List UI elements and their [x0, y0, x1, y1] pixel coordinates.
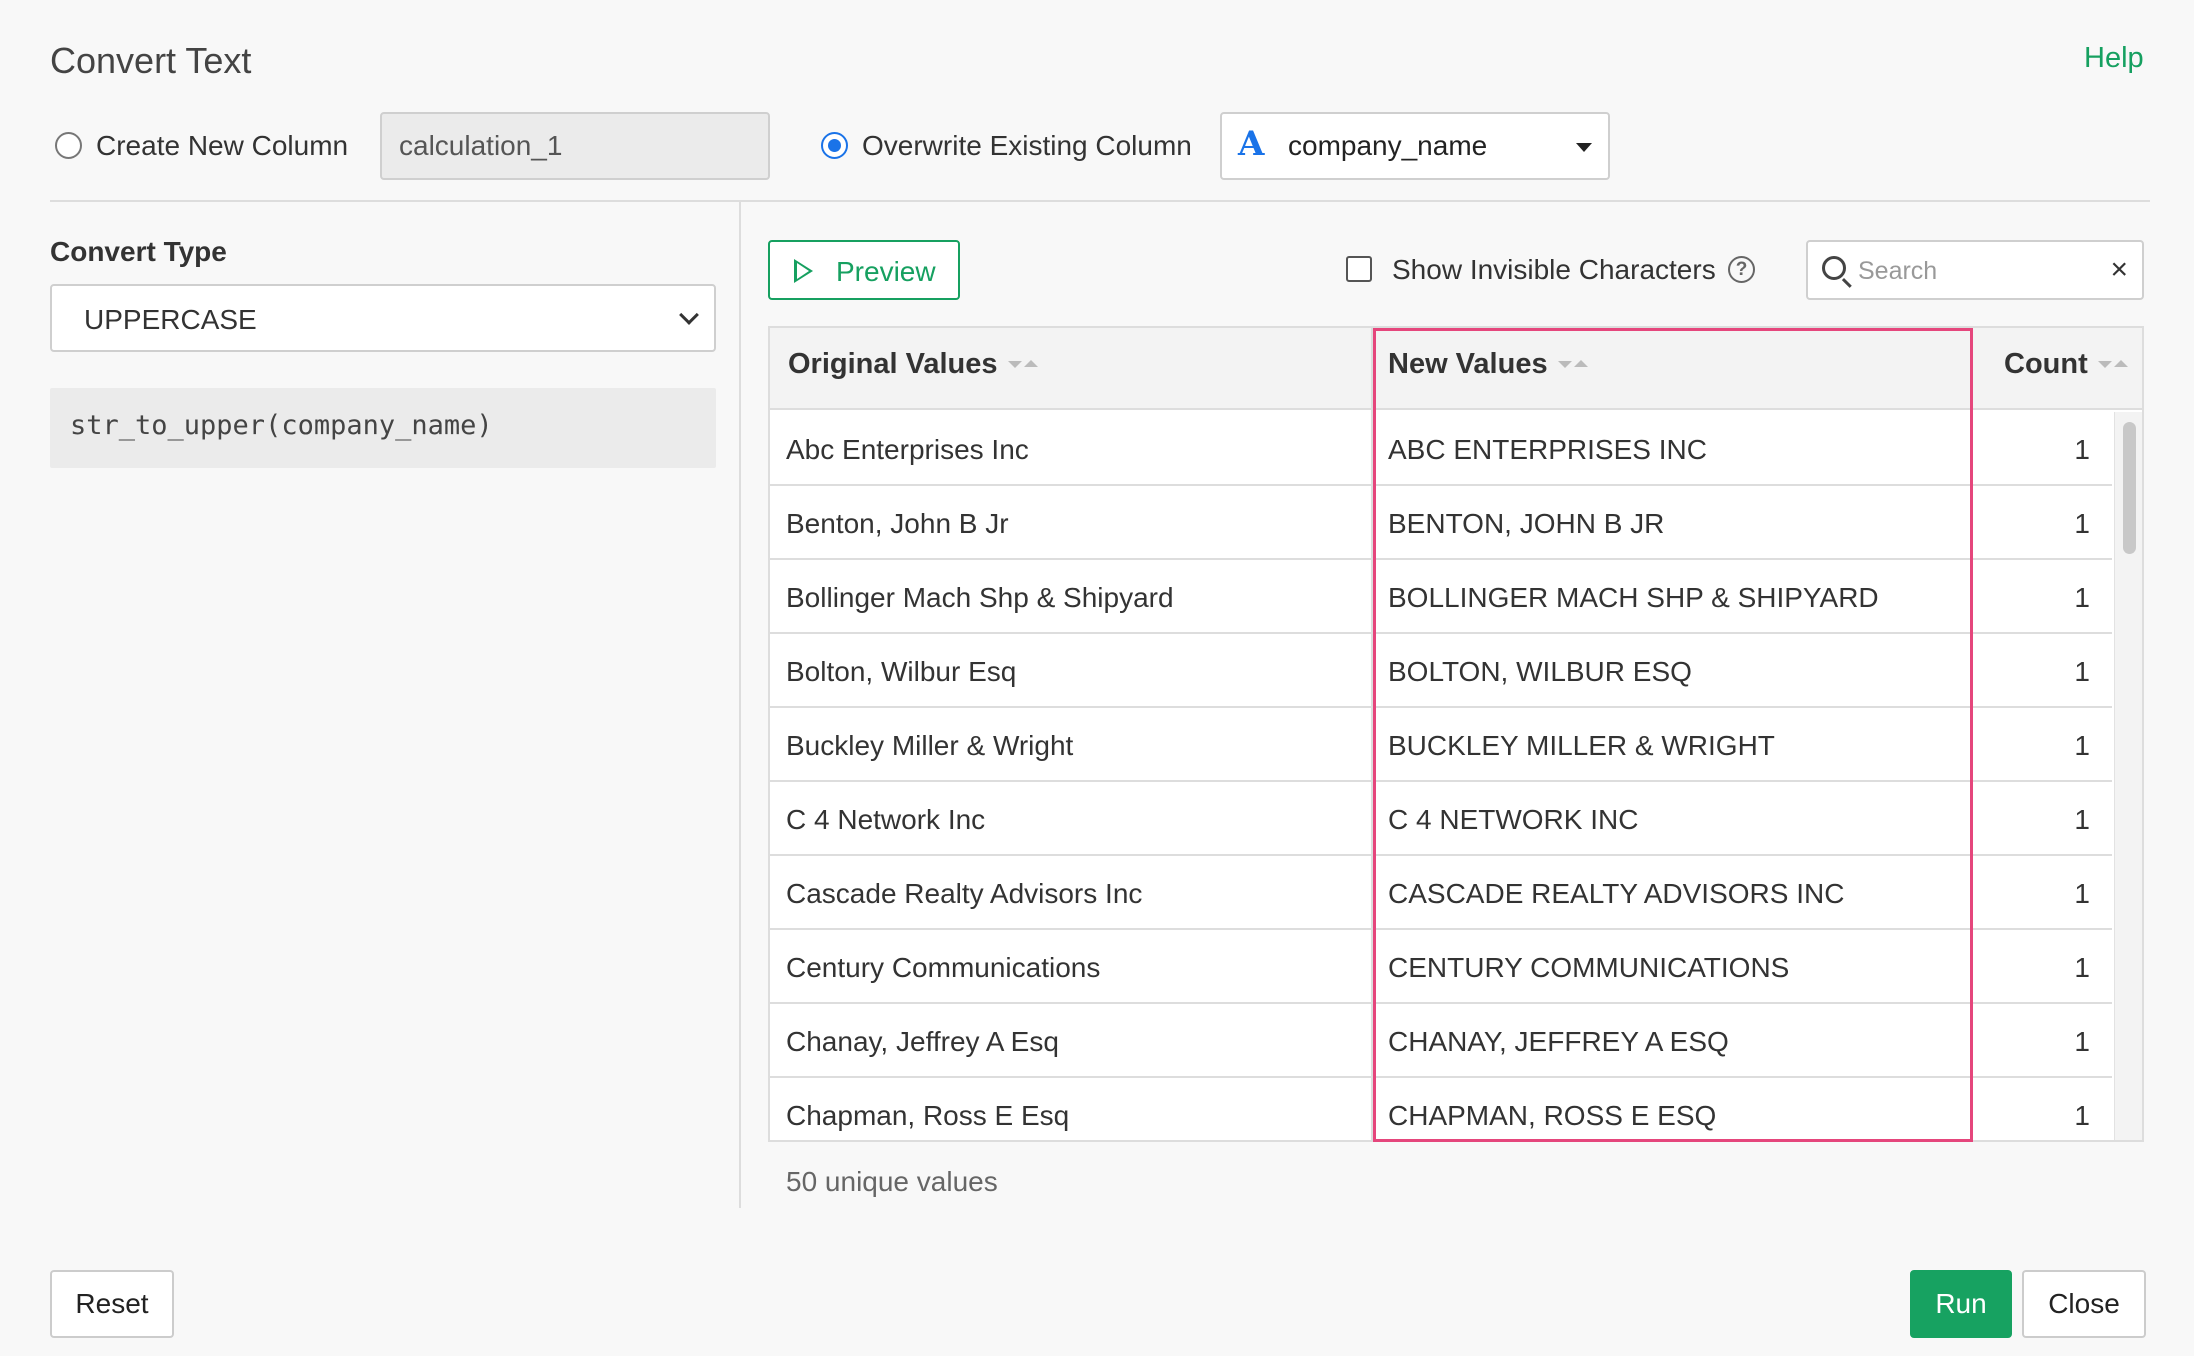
convert-type-select[interactable]: UPPERCASE: [50, 284, 716, 352]
count-cell: 1: [2074, 582, 2090, 613]
new-value-cell: BENTON, JOHN B JR: [1388, 508, 1665, 539]
table-row[interactable]: Bollinger Mach Shp & Shipyard BOLLINGER …: [770, 560, 2112, 634]
close-icon[interactable]: ×: [2110, 255, 2128, 285]
scrollbar-thumb[interactable]: [2123, 422, 2136, 554]
close-button[interactable]: Close: [2022, 1270, 2146, 1338]
text-type-icon: A: [1238, 124, 1265, 164]
convert-type-label: Convert Type: [50, 236, 227, 267]
new-value-cell: CHANAY, JEFFREY A ESQ: [1388, 1026, 1729, 1057]
original-value-cell: Bollinger Mach Shp & Shipyard: [786, 582, 1174, 613]
column-select[interactable]: A company_name: [1220, 112, 1610, 180]
count-cell: 1: [2074, 804, 2090, 835]
new-value-cell: C 4 NETWORK INC: [1388, 804, 1639, 835]
show-invisible-checkbox[interactable]: [1346, 256, 1372, 282]
preview-button[interactable]: Preview: [768, 240, 960, 300]
create-new-column-label[interactable]: Create New Column: [96, 130, 348, 162]
expression-preview: str_to_upper(company_name): [50, 388, 716, 468]
header-divider: [50, 200, 2150, 202]
search-icon: [1822, 256, 1846, 280]
table-row[interactable]: Abc Enterprises Inc ABC ENTERPRISES INC …: [770, 412, 2112, 486]
preview-table: Original Values New Values Count Abc Ent…: [768, 326, 2144, 1142]
reset-button[interactable]: Reset: [50, 1270, 174, 1338]
count-cell: 1: [2074, 952, 2090, 983]
column-header-original-label: Original Values: [788, 348, 998, 380]
create-new-column-radio[interactable]: [55, 132, 82, 159]
original-value-cell: Century Communications: [786, 952, 1101, 983]
show-invisible-label[interactable]: Show Invisible Characters: [1392, 254, 1716, 286]
new-value-cell: ABC ENTERPRISES INC: [1388, 434, 1707, 465]
new-value-cell: BUCKLEY MILLER & WRIGHT: [1388, 730, 1775, 761]
column-header-new-label: New Values: [1388, 348, 1548, 380]
column-header-original[interactable]: Original Values: [788, 348, 1038, 381]
count-cell: 1: [2074, 508, 2090, 539]
table-row[interactable]: Benton, John B Jr BENTON, JOHN B JR 1: [770, 486, 2112, 560]
chevron-down-icon: [679, 305, 699, 325]
unique-count-text: 50 unique values: [786, 1166, 998, 1197]
run-button[interactable]: Run: [1910, 1270, 2012, 1338]
new-value-cell: CASCADE REALTY ADVISORS INC: [1388, 878, 1845, 909]
original-value-cell: Buckley Miller & Wright: [786, 730, 1074, 761]
original-value-cell: Benton, John B Jr: [786, 508, 1009, 539]
table-row[interactable]: Bolton, Wilbur Esq BOLTON, WILBUR ESQ 1: [770, 634, 2112, 708]
panel-divider: [739, 202, 741, 1208]
column-header-new[interactable]: New Values: [1388, 348, 1588, 381]
column-header-count[interactable]: Count: [2004, 348, 2128, 381]
search-input[interactable]: Search: [1858, 257, 1937, 286]
table-row[interactable]: Century Communications CENTURY COMMUNICA…: [770, 930, 2112, 1004]
overwrite-existing-column-label[interactable]: Overwrite Existing Column: [862, 130, 1192, 162]
table-row[interactable]: C 4 Network Inc C 4 NETWORK INC 1: [770, 782, 2112, 856]
convert-type-value: UPPERCASE: [84, 304, 257, 335]
table-header: Original Values New Values Count: [770, 328, 2142, 410]
overwrite-existing-column-radio[interactable]: [821, 132, 848, 159]
table-row[interactable]: Buckley Miller & Wright BUCKLEY MILLER &…: [770, 708, 2112, 782]
count-cell: 1: [2074, 730, 2090, 761]
new-value-cell: BOLLINGER MACH SHP & SHIPYARD: [1388, 582, 1879, 613]
play-icon: [794, 259, 813, 283]
search-box[interactable]: Search ×: [1806, 240, 2144, 300]
original-value-cell: Chanay, Jeffrey A Esq: [786, 1026, 1059, 1057]
new-value-cell: CHAPMAN, ROSS E ESQ: [1388, 1100, 1717, 1131]
table-row[interactable]: Chanay, Jeffrey A Esq CHANAY, JEFFREY A …: [770, 1004, 2112, 1078]
new-value-cell: CENTURY COMMUNICATIONS: [1388, 952, 1790, 983]
question-circle-icon[interactable]: ?: [1728, 256, 1755, 283]
new-column-name-input[interactable]: calculation_1: [380, 112, 770, 180]
original-value-cell: Abc Enterprises Inc: [786, 434, 1029, 465]
sort-icon[interactable]: [1557, 358, 1588, 372]
preview-button-label: Preview: [836, 256, 936, 287]
original-value-cell: C 4 Network Inc: [786, 804, 986, 835]
original-value-cell: Cascade Realty Advisors Inc: [786, 878, 1143, 909]
count-cell: 1: [2074, 656, 2090, 687]
table-scrollbar[interactable]: [2114, 412, 2142, 1140]
caret-down-icon: [1576, 143, 1592, 152]
sort-icon[interactable]: [2097, 358, 2128, 372]
help-link[interactable]: Help: [2084, 42, 2144, 75]
count-cell: 1: [2074, 1100, 2090, 1131]
count-cell: 1: [2074, 434, 2090, 465]
count-cell: 1: [2074, 878, 2090, 909]
table-row[interactable]: Chapman, Ross E Esq CHAPMAN, ROSS E ESQ …: [770, 1078, 2112, 1140]
original-value-cell: Bolton, Wilbur Esq: [786, 656, 1017, 687]
sort-icon[interactable]: [1007, 358, 1038, 372]
count-cell: 1: [2074, 1026, 2090, 1057]
table-row[interactable]: Cascade Realty Advisors Inc CASCADE REAL…: [770, 856, 2112, 930]
column-select-value: company_name: [1288, 130, 1488, 161]
original-value-cell: Chapman, Ross E Esq: [786, 1100, 1070, 1131]
column-header-count-label: Count: [2004, 348, 2088, 380]
dialog-title: Convert Text: [50, 40, 252, 81]
new-value-cell: BOLTON, WILBUR ESQ: [1388, 656, 1692, 687]
